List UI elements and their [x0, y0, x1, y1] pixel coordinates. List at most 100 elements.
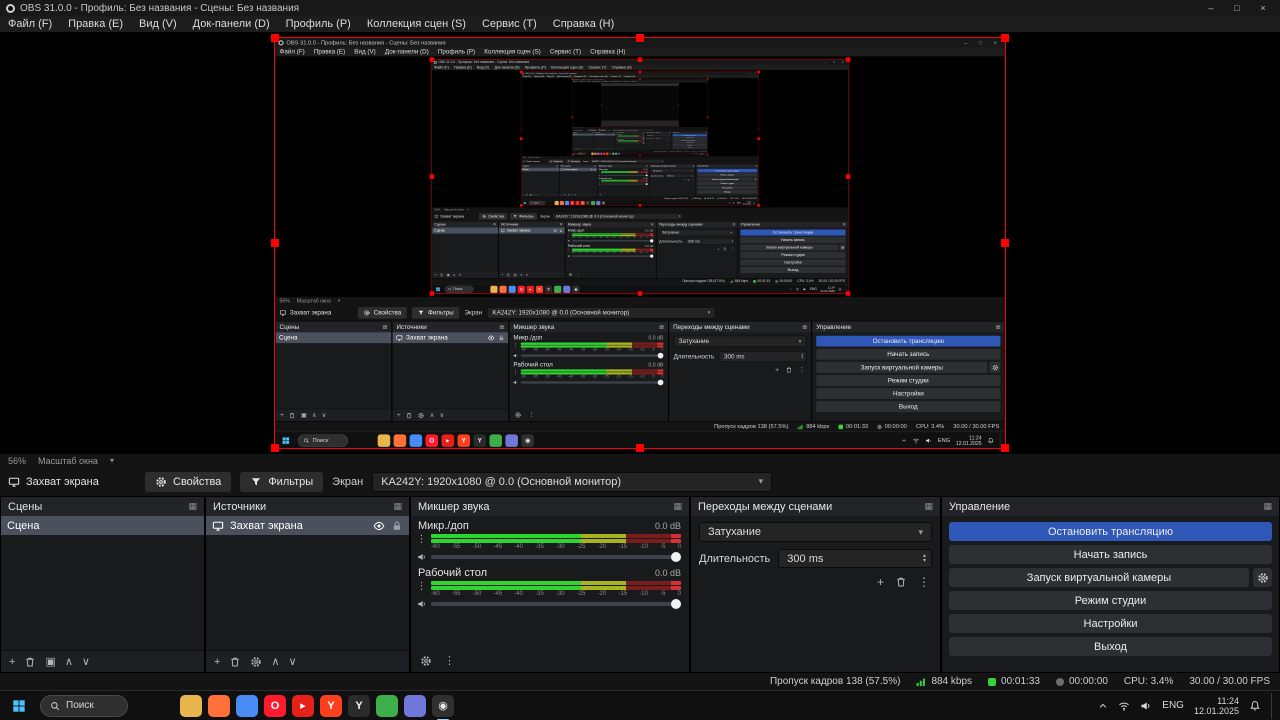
remove-source-button[interactable]: [506, 273, 510, 277]
menu-view[interactable]: Вид (V): [474, 66, 491, 70]
speaker-icon[interactable]: [925, 437, 932, 444]
transition-options-button[interactable]: ⋮: [918, 575, 930, 589]
taskbar-app-explorer[interactable]: [377, 434, 391, 447]
remove-scene-button[interactable]: [24, 656, 36, 668]
resize-handle-top-right[interactable]: [757, 70, 761, 74]
zoom-label[interactable]: Масштаб окна: [38, 456, 98, 466]
taskbar-app-green-app[interactable]: [591, 200, 596, 205]
channel-options-button[interactable]: ⋮: [567, 249, 570, 253]
menu-file[interactable]: Файл (F): [432, 66, 452, 70]
scene-item[interactable]: Сцена: [521, 167, 560, 172]
remove-scene-button[interactable]: [440, 273, 444, 277]
network-icon[interactable]: [691, 153, 692, 154]
slider-knob[interactable]: [657, 352, 664, 359]
dock-menu-icon[interactable]: ▦: [188, 501, 197, 512]
exit-button[interactable]: Выход: [672, 146, 707, 149]
start-recording-button[interactable]: Начать запись: [816, 348, 1001, 360]
source-up-button[interactable]: ∧: [572, 194, 573, 196]
dock-menu-icon[interactable]: ▦: [996, 324, 1001, 330]
taskbar-app-chrome[interactable]: [565, 200, 570, 205]
resize-handle-bottom-center[interactable]: [639, 154, 641, 156]
taskbar-search-input[interactable]: Поиск: [576, 152, 586, 155]
taskbar-app-yandex-browser[interactable]: Y: [580, 200, 585, 205]
speaker-icon[interactable]: [803, 287, 807, 291]
taskbar-app-opera[interactable]: O: [264, 694, 286, 717]
taskbar-app-explorer[interactable]: [180, 694, 202, 717]
transition-select[interactable]: Затухание ▾: [650, 168, 695, 173]
source-item[interactable]: Захват экрана: [206, 516, 409, 535]
exit-button[interactable]: Выход: [697, 190, 758, 194]
visibility-eye-button[interactable]: [488, 334, 495, 341]
scene-item[interactable]: Сцена: [1, 516, 204, 535]
volume-slider[interactable]: [431, 551, 681, 562]
remove-transition-button[interactable]: [785, 366, 792, 373]
dock-menu-icon[interactable]: ▦: [594, 165, 596, 167]
add-source-button[interactable]: +: [561, 194, 562, 196]
resize-handle-top-center[interactable]: [639, 78, 641, 80]
scene-item[interactable]: Сцена: [432, 227, 499, 234]
scene-up-button[interactable]: ∧: [533, 194, 534, 196]
start-virtual-camera-button[interactable]: Запуск виртуальной камеры: [697, 177, 753, 181]
notifications-bell-icon[interactable]: [704, 153, 705, 154]
taskbar-app-chrome[interactable]: [508, 285, 516, 293]
dock-menu-icon[interactable]: ▦: [756, 165, 758, 167]
slider-knob[interactable]: [650, 239, 654, 243]
zoom-value[interactable]: 56%: [280, 298, 290, 304]
advanced-audio-button[interactable]: [515, 411, 522, 418]
filters-button[interactable]: Фильтры: [240, 471, 324, 492]
resize-handle-middle-left[interactable]: [429, 174, 435, 179]
minimize-button[interactable]: –: [1198, 0, 1224, 16]
source-item[interactable]: Захват экрана: [594, 133, 616, 136]
taskbar-app-chrome[interactable]: [409, 434, 423, 447]
studio-mode-button[interactable]: Режим студии: [949, 591, 1272, 610]
resize-handle-middle-left[interactable]: [519, 137, 523, 141]
resize-handle-bottom-right[interactable]: [757, 204, 761, 207]
taskbar-app-yandex-browser[interactable]: Y: [320, 694, 342, 717]
spinner-down-icon[interactable]: ▾: [732, 241, 733, 243]
slider-knob[interactable]: [645, 174, 648, 177]
studio-mode-button[interactable]: Режим студии: [697, 181, 758, 186]
taskbar-app-explorer[interactable]: [554, 200, 559, 205]
scene-item[interactable]: Сцена: [275, 332, 392, 344]
channel-options-button[interactable]: ⋮: [513, 369, 519, 375]
volume-slider[interactable]: [572, 254, 654, 258]
captured-screen-source[interactable]: OBS 31.0.0 - Профиль: Без названия - Сце…: [519, 70, 761, 207]
duration-spinner[interactable]: ▴ ▾: [692, 175, 693, 177]
taskbar-app-firefox[interactable]: [559, 200, 564, 205]
settings-button[interactable]: Настройки: [697, 185, 758, 190]
add-scene-button[interactable]: +: [523, 194, 524, 196]
taskbar-app-yandex-browser[interactable]: Y: [535, 285, 544, 293]
captured-screen-source[interactable]: OBS 31.0.0 - Профиль: Без названия - Сце…: [429, 57, 851, 296]
taskbar-app-opera[interactable]: O: [425, 434, 439, 447]
speaker-mute-button[interactable]: [513, 353, 519, 359]
resize-handle-bottom-right[interactable]: [845, 291, 851, 296]
resize-handle-bottom-right[interactable]: [1001, 444, 1009, 452]
start-virtual-camera-button[interactable]: Запуск виртуальной камеры: [740, 244, 839, 251]
dock-menu-icon[interactable]: ▦: [924, 501, 933, 512]
advanced-audio-button[interactable]: [420, 655, 432, 667]
remove-scene-button[interactable]: [289, 412, 296, 419]
speaker-mute-button[interactable]: [417, 552, 427, 562]
dock-menu-icon[interactable]: ▦: [843, 223, 846, 227]
menu-view[interactable]: Вид (V): [131, 18, 185, 30]
resize-handle-top-center[interactable]: [639, 82, 641, 84]
screen-select[interactable]: KA242Y: 1920x1080 @ 0.0 (Основной монито…: [487, 306, 716, 319]
mixer-options-button[interactable]: ⋮: [604, 193, 606, 196]
channel-options-button[interactable]: ⋮: [599, 180, 601, 182]
dock-menu-icon[interactable]: ▦: [556, 165, 558, 167]
add-transition-button[interactable]: +: [717, 247, 719, 252]
notifications-bell-icon[interactable]: [987, 437, 994, 444]
language-indicator[interactable]: ENG: [1162, 700, 1184, 711]
transition-select[interactable]: Затухание ▾: [673, 335, 807, 348]
scene-item[interactable]: Сцена: [572, 133, 594, 136]
visibility-eye-button[interactable]: [373, 520, 385, 532]
preview-area[interactable]: [572, 82, 708, 127]
taskbar-app-obs-studio[interactable]: ◉: [572, 285, 580, 294]
menu-edit[interactable]: Правка (E): [451, 66, 474, 70]
scene-down-button[interactable]: ∨: [536, 194, 537, 196]
volume-slider[interactable]: [520, 379, 664, 386]
transition-options-button[interactable]: ⋮: [730, 247, 734, 252]
taskbar-app-chrome[interactable]: [236, 694, 258, 717]
duration-spinner[interactable]: ▴ ▾: [732, 239, 733, 243]
taskbar-app-obs-studio[interactable]: ◉: [521, 434, 534, 448]
